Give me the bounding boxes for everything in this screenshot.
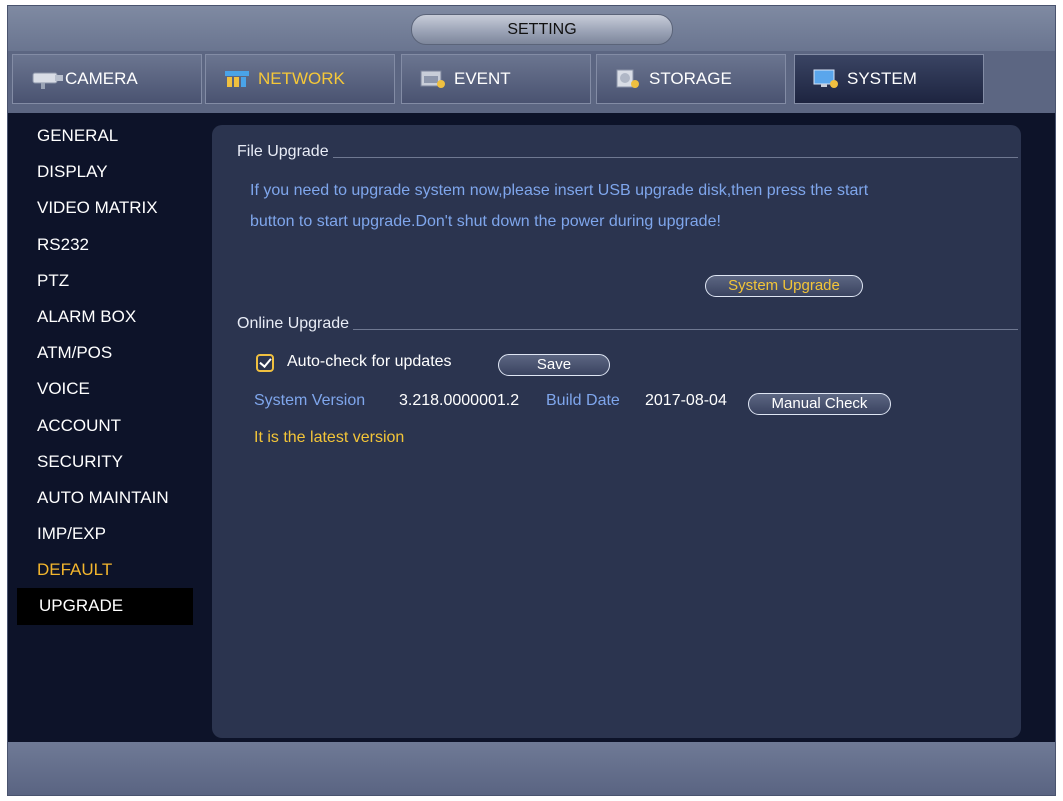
upgrade-instructions: If you need to upgrade system now,please… (250, 175, 1020, 237)
sidebar: GENERAL DISPLAY VIDEO MATRIX RS232 PTZ A… (15, 118, 193, 625)
camera-icon (31, 69, 63, 89)
section-divider (332, 157, 1018, 158)
event-icon (420, 69, 446, 89)
update-status-text: It is the latest version (254, 429, 405, 446)
build-date-value: 2017-08-04 (645, 392, 727, 409)
sidebar-item-video-matrix[interactable]: VIDEO MATRIX (15, 190, 193, 226)
build-date-label: Build Date (546, 392, 620, 409)
title-bar: SETTING (8, 6, 1055, 51)
section-divider (353, 329, 1018, 330)
save-button[interactable]: Save (498, 354, 610, 376)
tab-storage[interactable]: STORAGE (596, 54, 786, 104)
tab-camera[interactable]: CAMERA (12, 54, 202, 104)
sidebar-item-voice[interactable]: VOICE (15, 371, 193, 407)
tab-system-label: SYSTEM (847, 69, 917, 88)
tab-event[interactable]: EVENT (401, 54, 591, 104)
tab-camera-label: CAMERA (65, 69, 138, 88)
storage-icon (615, 69, 641, 89)
tab-network[interactable]: NETWORK (205, 54, 395, 104)
auto-check-checkbox[interactable] (256, 354, 274, 372)
instruction-line-2: button to start upgrade.Don't shut down … (250, 213, 721, 230)
sidebar-item-display[interactable]: DISPLAY (15, 154, 193, 190)
sidebar-item-alarm-box[interactable]: ALARM BOX (15, 299, 193, 335)
sidebar-item-rs232[interactable]: RS232 (15, 227, 193, 263)
system-upgrade-button[interactable]: System Upgrade (705, 275, 863, 297)
settings-window: SETTING CAMERA NETWORK EVENT STORAGE SYS… (7, 5, 1056, 796)
sidebar-item-security[interactable]: SECURITY (15, 444, 193, 480)
file-upgrade-header: File Upgrade (237, 143, 1018, 161)
online-upgrade-title: Online Upgrade (237, 315, 350, 332)
tab-bar: CAMERA NETWORK EVENT STORAGE SYSTEM (8, 51, 1055, 113)
sidebar-item-default[interactable]: DEFAULT (15, 552, 193, 588)
file-upgrade-title: File Upgrade (237, 143, 329, 160)
manual-check-button[interactable]: Manual Check (748, 393, 891, 415)
sidebar-item-account[interactable]: ACCOUNT (15, 408, 193, 444)
system-version-label: System Version (254, 392, 366, 409)
sidebar-item-general[interactable]: GENERAL (15, 118, 193, 154)
tab-storage-label: STORAGE (649, 69, 732, 88)
network-icon (224, 69, 250, 89)
system-icon (813, 69, 839, 89)
upgrade-panel: File Upgrade If you need to upgrade syst… (212, 125, 1021, 738)
sidebar-item-ptz[interactable]: PTZ (15, 263, 193, 299)
sidebar-item-imp-exp[interactable]: IMP/EXP (15, 516, 193, 552)
window-title: SETTING (411, 14, 673, 45)
instruction-line-1: If you need to upgrade system now,please… (250, 182, 869, 199)
auto-check-label: Auto-check for updates (287, 353, 452, 370)
sidebar-item-upgrade[interactable]: UPGRADE (17, 588, 193, 625)
system-version-value: 3.218.0000001.2 (399, 392, 520, 409)
sidebar-item-auto-maintain[interactable]: AUTO MAINTAIN (15, 480, 193, 516)
tab-event-label: EVENT (454, 69, 511, 88)
tab-network-label: NETWORK (258, 69, 345, 88)
footer-bar (8, 742, 1055, 795)
sidebar-item-atm-pos[interactable]: ATM/POS (15, 335, 193, 371)
tab-system[interactable]: SYSTEM (794, 54, 984, 104)
online-upgrade-header: Online Upgrade (237, 315, 1018, 333)
